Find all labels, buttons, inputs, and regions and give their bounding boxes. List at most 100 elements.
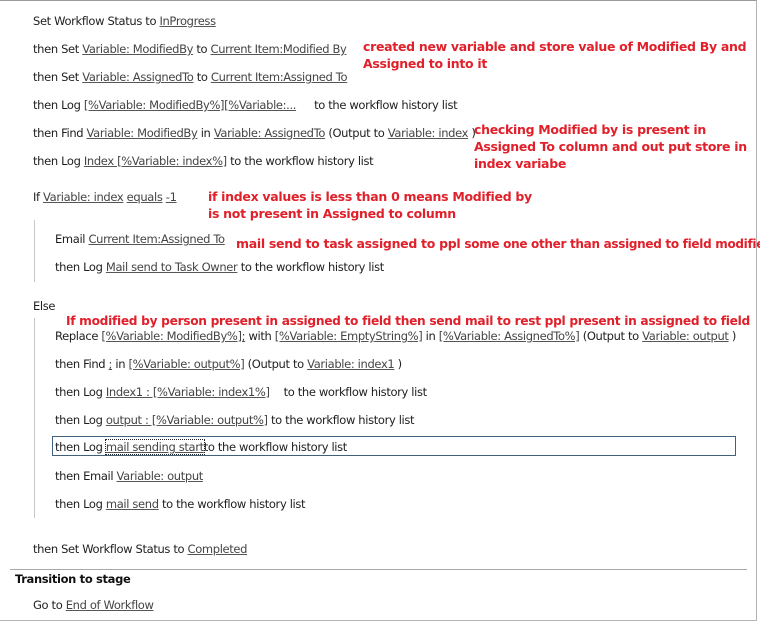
step-text: then Log xyxy=(55,260,106,274)
if-condition[interactable]: If Variable: index equals -1 xyxy=(33,190,177,204)
step-text: then Log xyxy=(55,385,106,399)
annotation-line: index variabe xyxy=(474,156,567,171)
status-value-link[interactable]: InProgress xyxy=(159,14,216,28)
condition-variable-link[interactable]: Variable: index xyxy=(43,190,124,204)
else-branch-bar xyxy=(34,318,35,518)
output-variable-link[interactable]: Variable: output xyxy=(642,329,729,343)
step-text: then Set Workflow Status to xyxy=(33,542,188,556)
annotation-line: Assigned to into it xyxy=(363,56,488,71)
step-text: Email xyxy=(55,232,89,246)
find-variable-link[interactable]: Variable: ModifiedBy xyxy=(87,126,198,140)
step-log-variables[interactable]: then Log [%Variable: ModifiedBy%][%Varia… xyxy=(33,98,458,112)
annotation-line: is not present in Assigned to column xyxy=(208,206,456,221)
step-text: then Log xyxy=(33,154,84,168)
step-text: in xyxy=(112,357,129,371)
step-text: ) xyxy=(394,357,403,371)
annotation-line: if index values is less than 0 means Mod… xyxy=(208,189,532,204)
message-link[interactable]: Mail send to Task Owner xyxy=(106,260,238,274)
step-email-assigned[interactable]: Email Current Item:Assigned To xyxy=(55,232,225,246)
step-text: (Output to xyxy=(579,329,643,343)
step-text: Set Workflow Status to xyxy=(33,14,160,28)
output-variable-link[interactable]: Variable: index xyxy=(388,126,469,140)
status-value-link[interactable]: Completed xyxy=(188,542,248,556)
step-go-to[interactable]: Go to End of Workflow xyxy=(33,598,154,612)
replace-with-link[interactable]: [%Variable: EmptyString%] xyxy=(275,329,423,343)
step-log-output[interactable]: then Log output : [%Variable: output%] t… xyxy=(55,413,415,427)
step-email-output[interactable]: then Email Variable: output xyxy=(55,469,203,483)
annotation-if-email: mail send to task assigned to ppl some o… xyxy=(236,235,760,253)
workflow-designer-panel xyxy=(0,0,757,621)
step-text: then Log xyxy=(55,413,106,427)
step-text: Replace xyxy=(55,329,102,343)
step-log-mail-send[interactable]: then Log mail send to the workflow histo… xyxy=(55,497,306,511)
step-text: (Output to xyxy=(244,357,308,371)
step-log-mail-start[interactable]: then Log mail sending startto the workfl… xyxy=(55,439,348,455)
step-replace[interactable]: Replace [%Variable: ModifiedBy%]; with [… xyxy=(55,329,736,343)
step-text: then Log xyxy=(33,98,84,112)
email-to-link[interactable]: Variable: output xyxy=(117,469,204,483)
step-set-status[interactable]: Set Workflow Status to InProgress xyxy=(33,14,216,28)
variable-link[interactable]: Variable: ModifiedBy xyxy=(82,42,193,56)
message-link[interactable]: mail send xyxy=(106,497,159,511)
step-text: to the workflow history list xyxy=(158,497,306,511)
step-text: to the workflow history list xyxy=(283,385,428,399)
step-text: to xyxy=(193,70,211,84)
step-text: then Log xyxy=(55,440,106,454)
annotation-variables: created new variable and store value of … xyxy=(363,38,747,72)
in-variable-link[interactable]: [%Variable: output%] xyxy=(128,357,244,371)
step-text: then Find xyxy=(55,357,109,371)
output-variable-link[interactable]: Variable: index1 xyxy=(307,357,395,371)
condition-operator-link[interactable]: equals xyxy=(127,190,163,204)
replace-in-link[interactable]: [%Variable: AssignedTo%] xyxy=(439,329,580,343)
step-set-modifiedby[interactable]: then Set Variable: ModifiedBy to Current… xyxy=(33,42,347,56)
if-label: If xyxy=(33,190,44,204)
step-text: ) xyxy=(728,329,737,343)
step-text: to the workflow history list xyxy=(314,98,458,112)
step-text: (Output to xyxy=(325,126,388,140)
section-divider xyxy=(10,569,747,570)
step-text: to xyxy=(193,42,211,56)
value-link[interactable]: Current Item:Assigned To xyxy=(211,70,348,84)
message-link[interactable]: Index1 : [%Variable: index1%] xyxy=(106,385,270,399)
annotation-line: checking Modified by is present in xyxy=(474,122,706,137)
variable-link[interactable]: Variable: AssignedTo xyxy=(82,70,194,84)
annotation-line: created new variable and store value of … xyxy=(363,39,747,54)
step-text: to the workflow history list xyxy=(203,440,348,454)
step-text: then Set xyxy=(33,70,83,84)
step-text: to the workflow history list xyxy=(226,154,374,168)
annotation-line: Assigned To column and out put store in xyxy=(474,139,747,154)
step-find-semicolon[interactable]: then Find ; in [%Variable: output%] (Out… xyxy=(55,357,402,371)
annotation-line: some one other than assigned to field mo… xyxy=(464,237,760,251)
stage-target-link[interactable]: End of Workflow xyxy=(66,598,154,612)
annotation-line: mail send to task assigned to ppl xyxy=(236,236,461,251)
step-text: then Set xyxy=(33,42,83,56)
email-to-link[interactable]: Current Item:Assigned To xyxy=(88,232,225,246)
replace-find-link[interactable]: [%Variable: ModifiedBy%]; xyxy=(101,329,245,343)
transition-title: Transition to stage xyxy=(15,572,131,586)
message-link-focused[interactable]: mail sending start xyxy=(104,439,205,455)
step-find[interactable]: then Find Variable: ModifiedBy in Variab… xyxy=(33,126,476,140)
step-text: then Log xyxy=(55,497,106,511)
else-label: Else xyxy=(33,299,56,313)
annotation-condition: if index values is less than 0 means Mod… xyxy=(208,188,532,222)
condition-value-link[interactable]: -1 xyxy=(166,190,177,204)
message-link[interactable]: output : [%Variable: output%] xyxy=(106,413,268,427)
annotation-else: If modified by person present in assigne… xyxy=(66,314,750,328)
step-text: in xyxy=(197,126,214,140)
message-link[interactable]: Index [%Variable: index%] xyxy=(84,154,227,168)
step-text: with xyxy=(245,329,275,343)
annotation-find: checking Modified by is present in Assig… xyxy=(474,121,747,172)
step-text: then Find xyxy=(33,126,87,140)
message-link[interactable]: [%Variable: ModifiedBy%][%Variable:... xyxy=(84,98,297,112)
step-text: Go to xyxy=(33,598,66,612)
step-text: to the workflow history list xyxy=(237,260,385,274)
step-set-status-completed[interactable]: then Set Workflow Status to Completed xyxy=(33,542,247,556)
value-link[interactable]: Current Item:Modified By xyxy=(211,42,347,56)
step-text: to the workflow history list xyxy=(267,413,415,427)
step-log-index1[interactable]: then Log Index1 : [%Variable: index1%] to… xyxy=(55,385,427,399)
step-log-index[interactable]: then Log Index [%Variable: index%] to th… xyxy=(33,154,374,168)
step-log-mail-owner[interactable]: then Log Mail send to Task Owner to the … xyxy=(55,260,384,274)
step-set-assignedto[interactable]: then Set Variable: AssignedTo to Current… xyxy=(33,70,348,84)
step-text: in xyxy=(422,329,439,343)
in-variable-link[interactable]: Variable: AssignedTo xyxy=(214,126,326,140)
